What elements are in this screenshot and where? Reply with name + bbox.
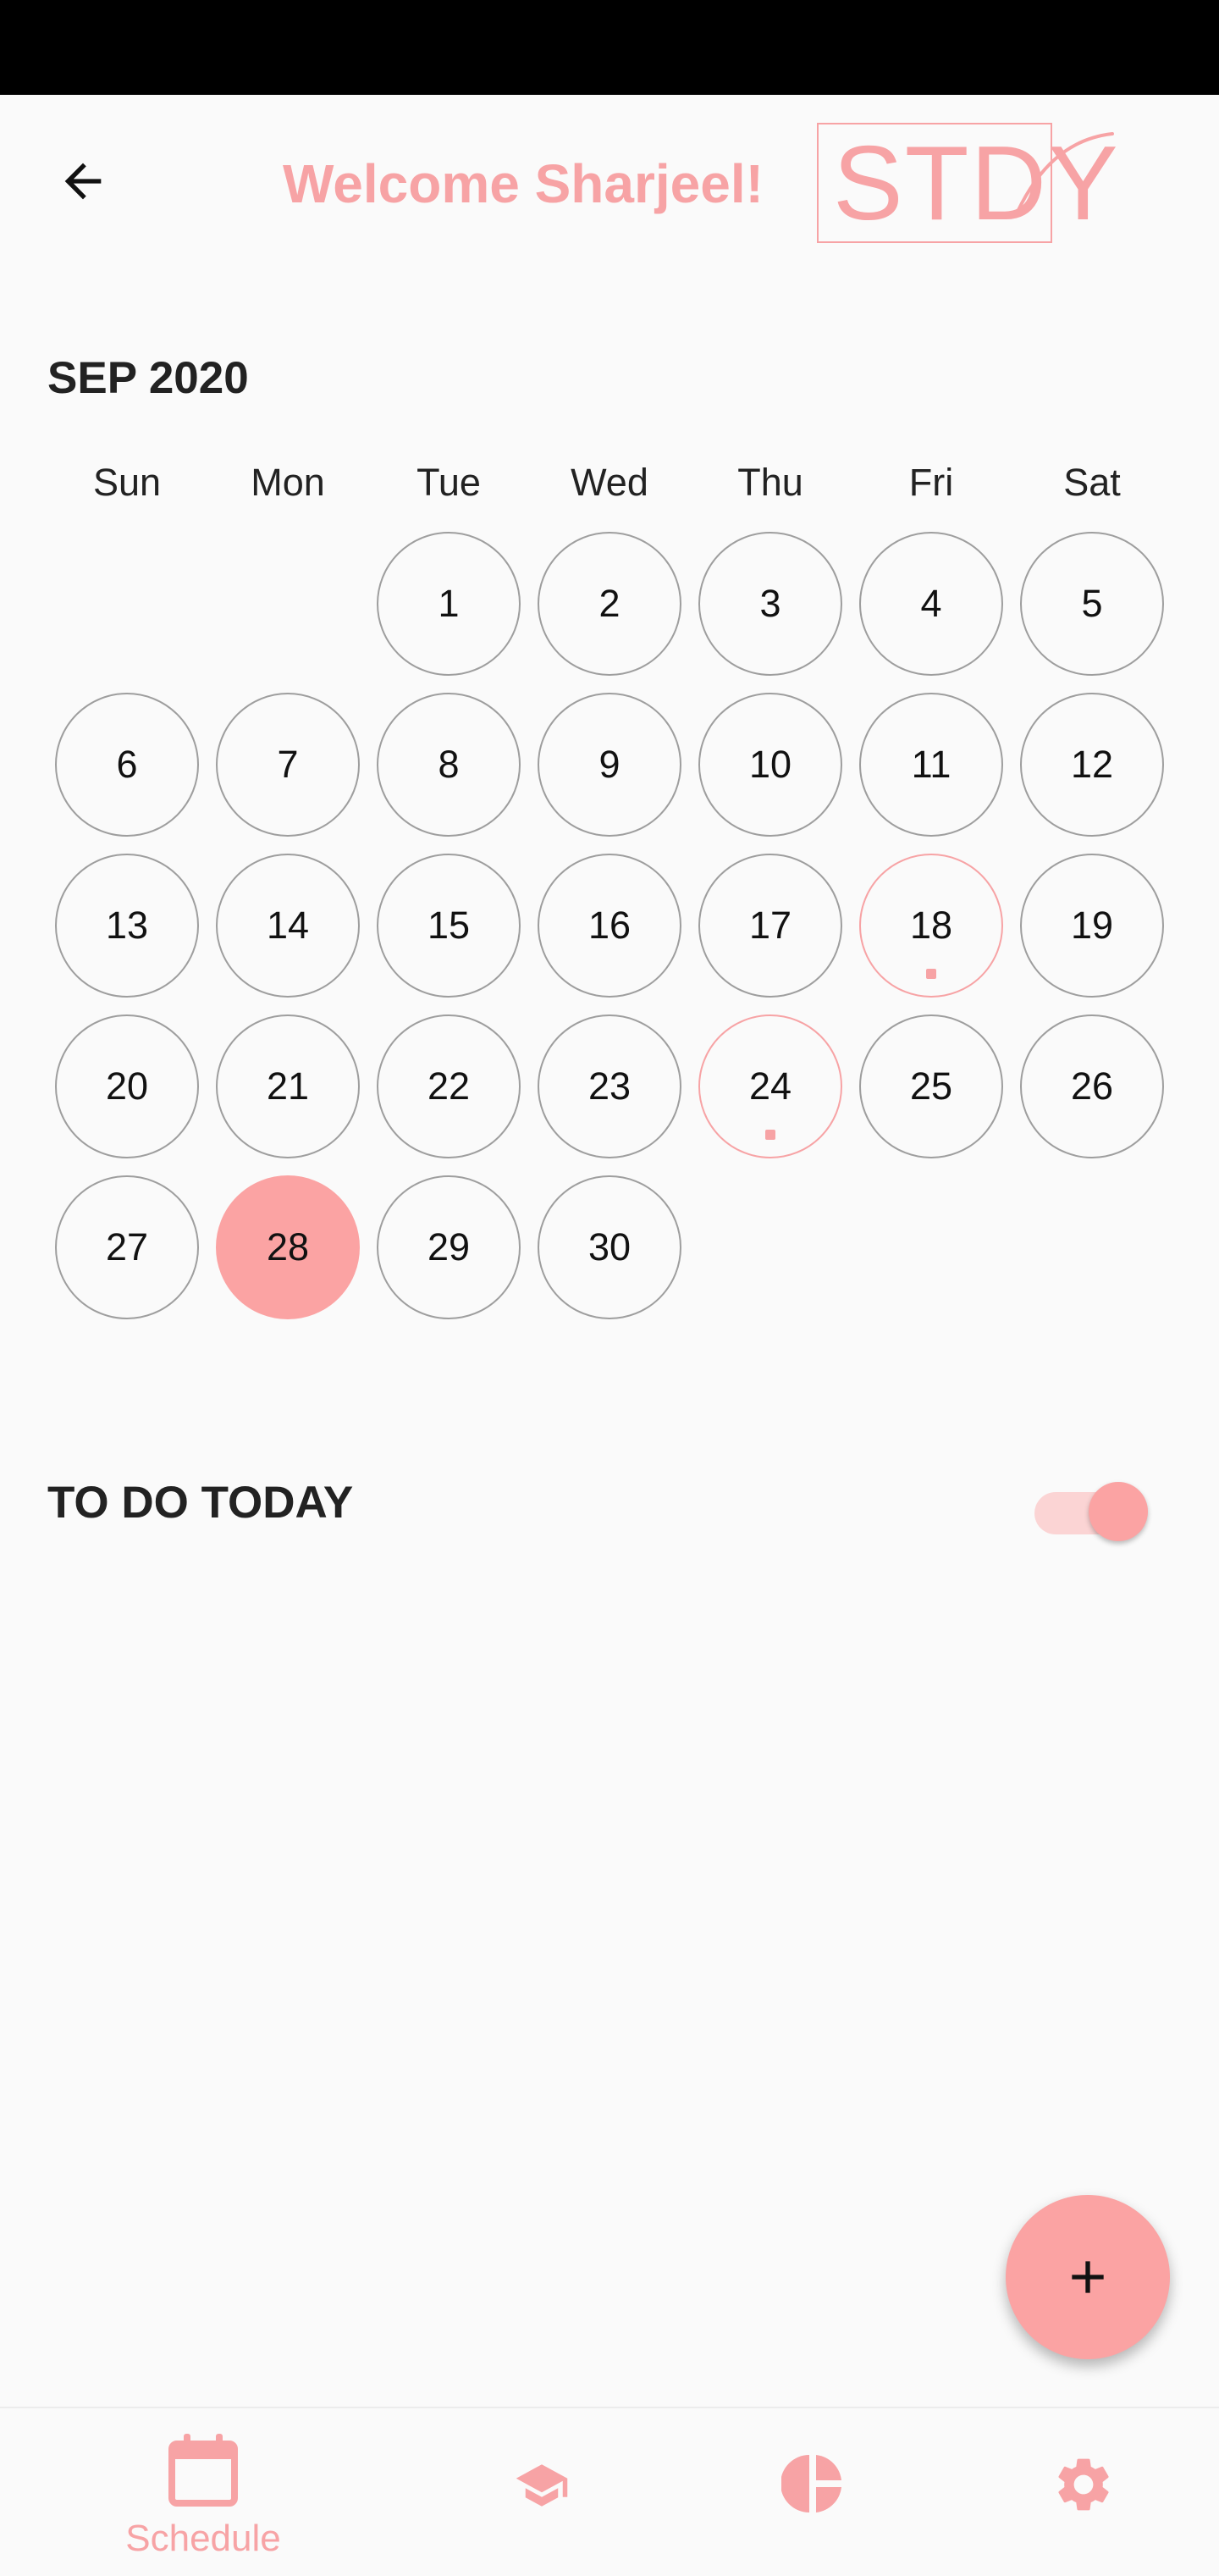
app-bar: Welcome Sharjeel! STDY: [0, 95, 1219, 261]
calendar-day[interactable]: 3: [698, 532, 842, 676]
calendar-day-with-event[interactable]: 24: [698, 1014, 842, 1158]
nav-label-schedule: Schedule: [125, 2518, 281, 2559]
calendar-day[interactable]: 25: [859, 1014, 1003, 1158]
arrow-left-icon: [64, 163, 102, 200]
calendar-day[interactable]: 16: [538, 854, 681, 998]
calendar-day[interactable]: 2: [538, 532, 681, 676]
todo-toggle[interactable]: [1034, 1473, 1148, 1541]
nav-item-stats[interactable]: [660, 2408, 965, 2576]
calendar-day[interactable]: 17: [698, 854, 842, 998]
welcome-title: Welcome Sharjeel!: [283, 153, 764, 214]
empty-cell: [47, 523, 207, 684]
weekday-label: Sun: [92, 461, 162, 504]
calendar-day[interactable]: 29: [377, 1175, 521, 1319]
plus-icon: [1072, 2261, 1104, 2293]
weekday-label: Fri: [908, 461, 954, 504]
calendar-day-selected[interactable]: 28: [216, 1175, 360, 1319]
weekday-label: Sat: [1063, 461, 1121, 504]
calendar-day[interactable]: 4: [859, 532, 1003, 676]
status-bar: [0, 0, 1219, 95]
pie-chart-icon: [781, 2455, 841, 2512]
weekday-label: Wed: [571, 461, 648, 504]
calendar-day[interactable]: 22: [377, 1014, 521, 1158]
add-button[interactable]: [1006, 2195, 1170, 2359]
calendar-day[interactable]: 19: [1020, 854, 1164, 998]
bottom-navigation: Schedule: [0, 2407, 1219, 2574]
calendar-day[interactable]: 9: [538, 693, 681, 837]
calendar-day-with-event[interactable]: 18: [859, 854, 1003, 998]
calendar-day[interactable]: 27: [55, 1175, 199, 1319]
calendar-day[interactable]: 1: [377, 532, 521, 676]
weekday-label: Tue: [416, 461, 481, 504]
weekday-header: Sun Mon Tue Wed Thu Fri Sat: [47, 453, 1172, 512]
calendar-day[interactable]: 12: [1020, 693, 1164, 837]
nav-item-schedule[interactable]: Schedule: [51, 2408, 356, 2576]
calendar-day[interactable]: 11: [859, 693, 1003, 837]
calendar-day[interactable]: 30: [538, 1175, 681, 1319]
toggle-thumb: [1089, 1482, 1148, 1541]
nav-item-settings[interactable]: [931, 2408, 1219, 2576]
month-label: SEP 2020: [47, 353, 249, 403]
day-number: 24: [748, 1064, 792, 1108]
back-button[interactable]: [42, 141, 124, 222]
logo-text: STDY: [833, 125, 1120, 242]
calendar-day[interactable]: 14: [216, 854, 360, 998]
calendar-day[interactable]: 20: [55, 1014, 199, 1158]
calendar-day[interactable]: 15: [377, 854, 521, 998]
event-dot: [765, 1130, 775, 1140]
weekday-label: Thu: [737, 461, 803, 504]
calendar-day[interactable]: 21: [216, 1014, 360, 1158]
calendar-grid: 1 2 3 4 5 6 7 8 9 10 11 12 13 14 15 16 1…: [47, 523, 1172, 1328]
calendar-day[interactable]: 8: [377, 693, 521, 837]
calendar-day[interactable]: 23: [538, 1014, 681, 1158]
calendar-day[interactable]: 7: [216, 693, 360, 837]
calendar-day[interactable]: 10: [698, 693, 842, 837]
gear-icon: [1058, 2458, 1109, 2511]
empty-cell: [207, 523, 368, 684]
calendar-day[interactable]: 6: [55, 693, 199, 837]
weekday-label: Mon: [251, 461, 325, 504]
nav-item-courses[interactable]: [389, 2408, 694, 2576]
calendar-day[interactable]: 26: [1020, 1014, 1164, 1158]
todo-section-title: TO DO TODAY: [47, 1478, 354, 1528]
stdy-logo: STDY: [816, 117, 1121, 244]
calendar-icon: [168, 2434, 238, 2507]
calendar-day[interactable]: 13: [55, 854, 199, 998]
day-number: 18: [909, 904, 953, 947]
event-dot: [926, 969, 936, 979]
graduation-cap-icon: [516, 2464, 568, 2507]
calendar-day[interactable]: 5: [1020, 532, 1164, 676]
